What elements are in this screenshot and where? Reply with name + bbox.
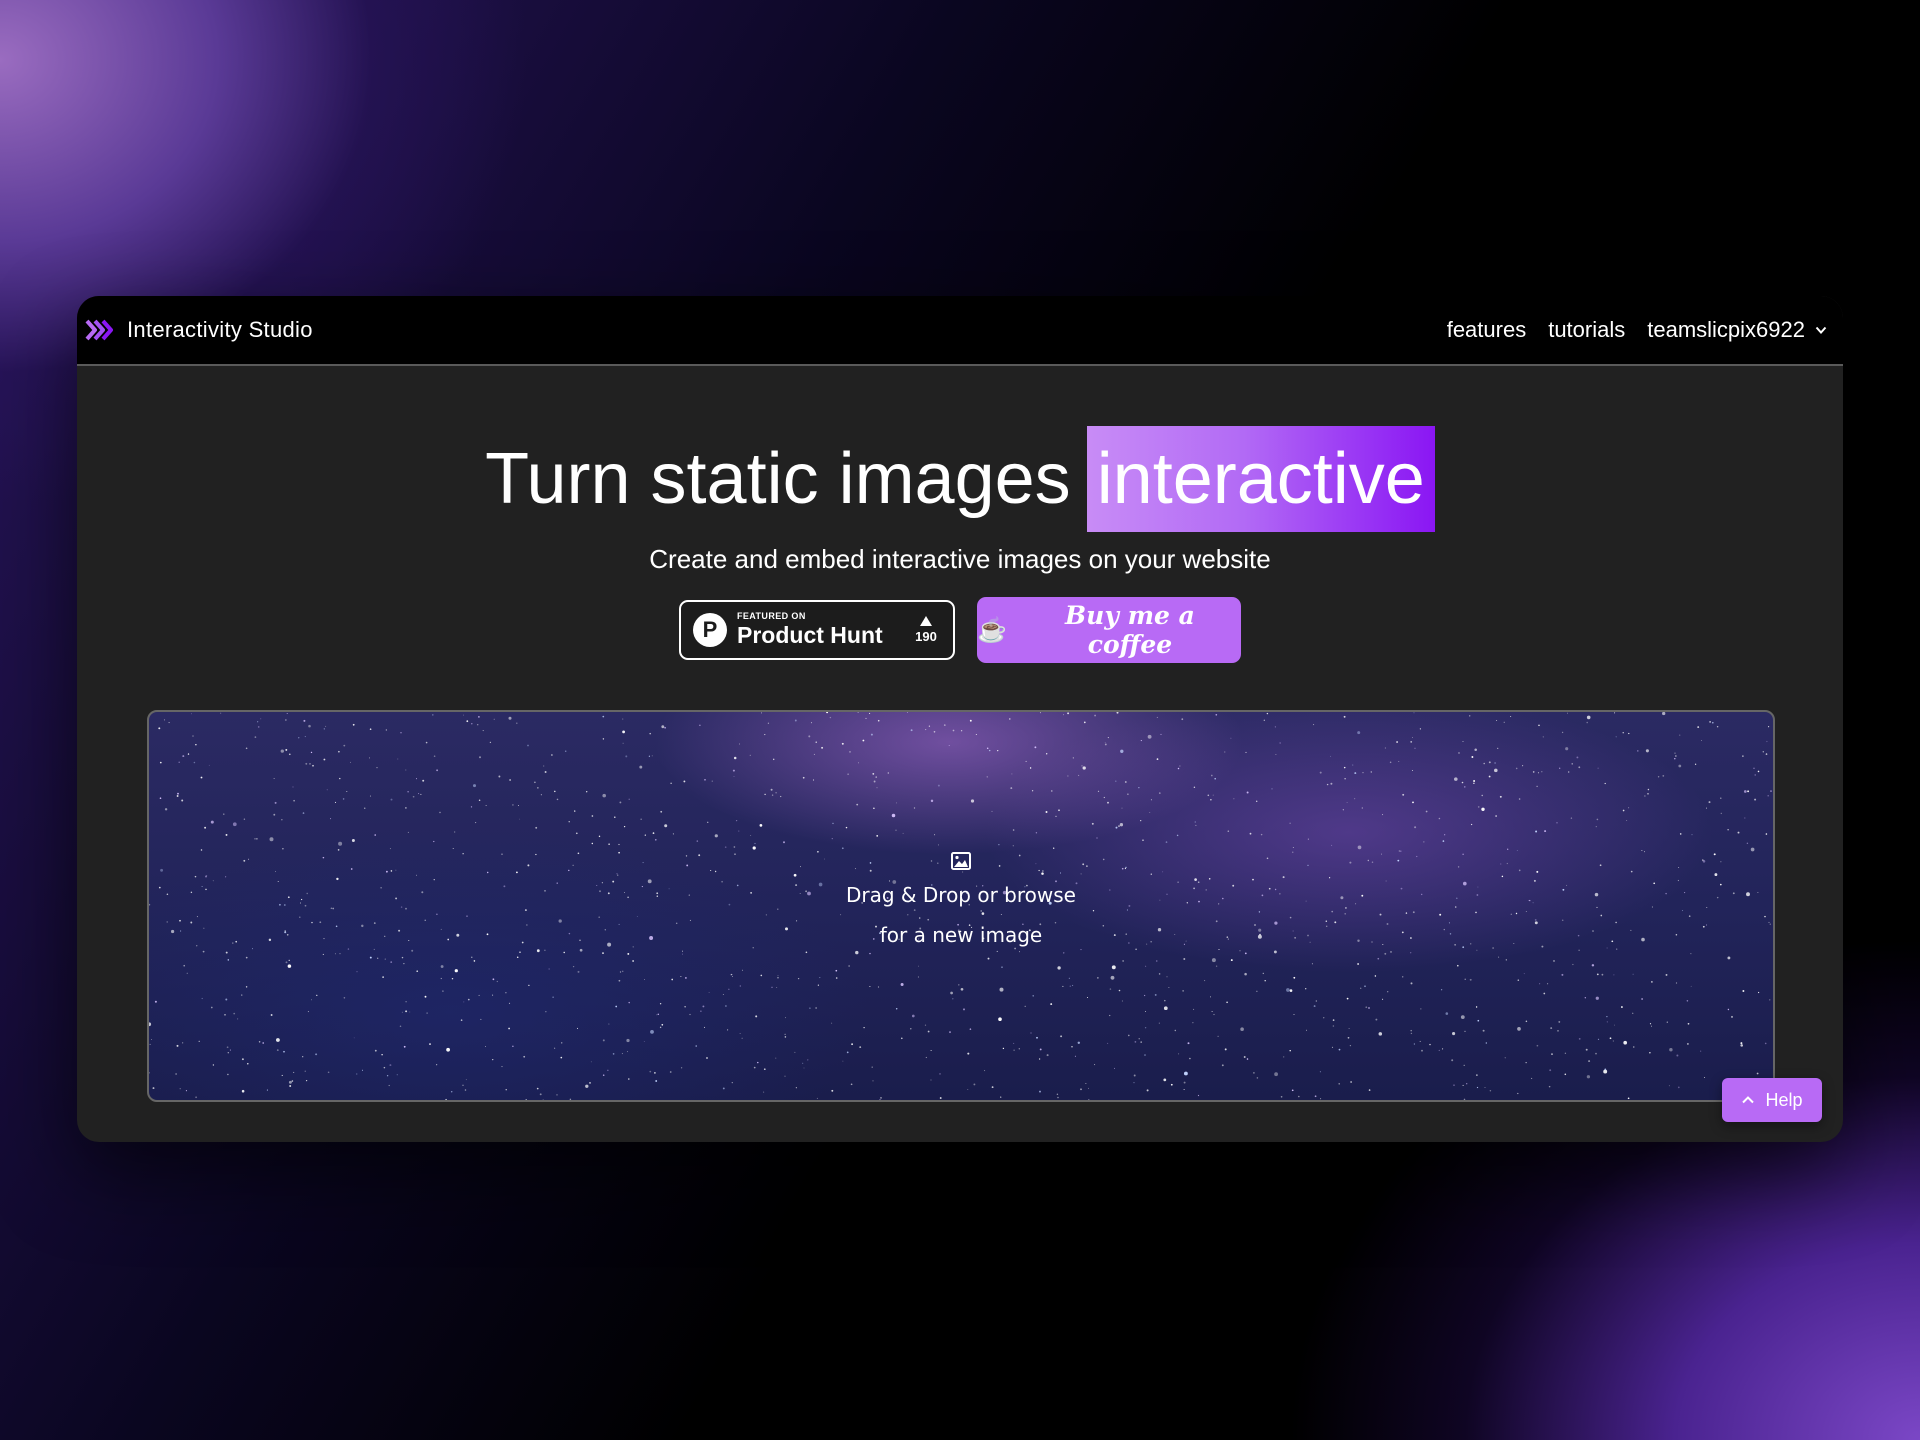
hero: Turn static images interactive Create an… xyxy=(77,426,1843,663)
upvote-arrow-icon xyxy=(920,616,932,626)
buy-me-a-coffee-button[interactable]: ☕ Buy me a coffee xyxy=(977,597,1241,663)
app-window: Interactivity Studio features tutorials … xyxy=(77,296,1843,1142)
product-hunt-featured-label: FEATURED ON xyxy=(737,611,806,621)
headline-highlight: interactive xyxy=(1086,426,1435,532)
chevrons-logo-icon xyxy=(85,319,115,341)
image-dropzone[interactable]: Drag & Drop or browse for a new image xyxy=(147,710,1775,1102)
vote-count: 190 xyxy=(915,629,937,644)
upvote-count: 190 xyxy=(911,616,941,644)
product-hunt-badge[interactable]: P FEATURED ON Product Hunt 190 xyxy=(679,600,955,660)
nav-link-features[interactable]: features xyxy=(1447,317,1527,343)
page-title: Turn static images interactive xyxy=(77,426,1843,532)
headline-prefix: Turn static images xyxy=(485,439,1071,519)
chevron-down-icon xyxy=(1815,326,1827,334)
product-hunt-text: FEATURED ON Product Hunt xyxy=(737,611,901,649)
coffee-cup-icon: ☕ xyxy=(977,616,1007,644)
product-hunt-logo-icon: P xyxy=(693,613,727,647)
product-hunt-name: Product Hunt xyxy=(737,622,883,648)
nav-link-tutorials[interactable]: tutorials xyxy=(1548,317,1625,343)
dropzone-line-1: Drag & Drop or browse xyxy=(846,883,1076,907)
chevron-up-icon xyxy=(1742,1096,1755,1104)
cta-row: P FEATURED ON Product Hunt 190 ☕ Buy me … xyxy=(77,597,1843,663)
username: teamslicpix6922 xyxy=(1647,317,1805,342)
image-icon xyxy=(951,852,971,870)
dropzone-content: Drag & Drop or browse for a new image xyxy=(149,852,1773,955)
help-label: Help xyxy=(1765,1089,1803,1110)
nav-links: features tutorials teamslicpix6922 xyxy=(1447,317,1827,343)
help-button[interactable]: Help xyxy=(1722,1078,1822,1122)
coffee-label: Buy me a coffee xyxy=(1065,601,1195,659)
dropzone-line-2: for a new image xyxy=(879,923,1043,947)
user-menu[interactable]: teamslicpix6922 xyxy=(1647,317,1827,343)
subtitle: Create and embed interactive images on y… xyxy=(649,544,1271,574)
brand[interactable]: Interactivity Studio xyxy=(85,317,313,343)
brand-name: Interactivity Studio xyxy=(127,317,313,342)
navbar: Interactivity Studio features tutorials … xyxy=(77,296,1843,366)
